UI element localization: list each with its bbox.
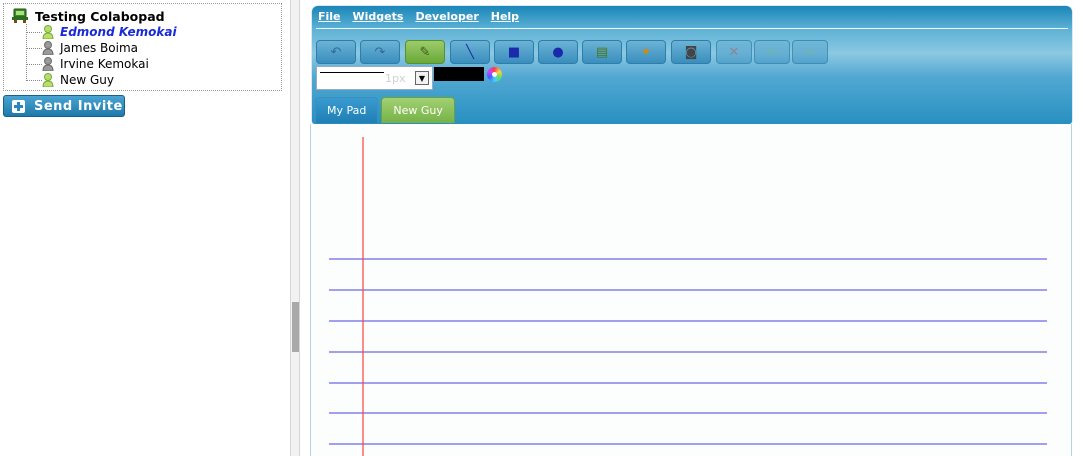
member-name: Irvine Kemokai xyxy=(60,57,149,71)
menu-widgets[interactable]: Widgets xyxy=(353,10,404,24)
pencil-tool-button[interactable]: ✎ xyxy=(405,40,445,64)
color-wheel-icon[interactable] xyxy=(487,67,502,82)
stroke-color-swatch[interactable] xyxy=(434,67,484,81)
undo-tool-button[interactable]: ↶ xyxy=(316,40,356,64)
user-offline-icon xyxy=(42,41,54,55)
menu-bar: File Widgets Developer Help xyxy=(318,10,531,24)
line-width-value: 1px xyxy=(385,72,406,85)
roster-root[interactable]: Testing Colabopad xyxy=(11,8,165,24)
menu-help[interactable]: Help xyxy=(491,10,519,24)
menu-developer[interactable]: Developer xyxy=(415,10,478,24)
member-name: James Boima xyxy=(60,41,138,55)
drawing-canvas[interactable] xyxy=(310,124,1072,456)
roster-member[interactable]: New Guy xyxy=(26,72,114,88)
member-name: Edmond Kemokai xyxy=(60,25,177,39)
roster-title: Testing Colabopad xyxy=(35,8,165,24)
notepad-paper xyxy=(329,137,1047,456)
group-robot-icon xyxy=(12,8,28,23)
pad-toolbar: File Widgets Developer Help ↶ ↷ ✎ ╲ ■ ● ▤ ✦ ◙ ✕ ⇦ ⇨… xyxy=(312,6,1072,124)
pad-tabs: My Pad New Guy xyxy=(315,97,458,124)
pencil-icon: ✎ xyxy=(419,44,431,60)
line-icon: ╲ xyxy=(466,44,474,60)
plus-icon xyxy=(12,99,25,113)
broom-icon: ✦ xyxy=(640,44,652,60)
splitter-handle[interactable] xyxy=(292,302,299,352)
line-tool-button[interactable]: ╲ xyxy=(450,40,490,64)
snapshot-tool-button[interactable]: ◙ xyxy=(671,40,711,64)
ellipse-tool-button[interactable]: ● xyxy=(538,40,578,64)
member-name: New Guy xyxy=(60,73,114,87)
roster-tree: Testing Colabopad Edmond Kemokai James B… xyxy=(3,3,282,91)
line-width-select[interactable]: 1px ▼ xyxy=(316,66,433,90)
send-invite-label: Send Invite xyxy=(34,98,123,114)
send-invite-button[interactable]: Send Invite xyxy=(3,95,125,117)
line-width-sample xyxy=(320,72,384,73)
rectangle-tool-button[interactable]: ■ xyxy=(494,40,534,64)
forward-tool-button[interactable]: ⇨ xyxy=(792,40,828,64)
arrow-left-icon: ⇦ xyxy=(766,44,778,60)
rectangle-icon: ■ xyxy=(507,44,521,60)
chevron-down-icon[interactable]: ▼ xyxy=(415,71,429,85)
delete-tool-button[interactable]: ✕ xyxy=(716,40,752,64)
arrow-right-icon: ⇨ xyxy=(804,44,816,60)
back-tool-button[interactable]: ⇦ xyxy=(754,40,790,64)
menu-divider xyxy=(316,28,1068,29)
user-offline-icon xyxy=(42,57,54,71)
text-document-icon: ▤ xyxy=(595,44,609,60)
tab-new-guy[interactable]: New Guy xyxy=(381,97,455,123)
roster-member[interactable]: Irvine Kemokai xyxy=(26,56,149,72)
redo-tool-button[interactable]: ↷ xyxy=(360,40,400,64)
roster-panel: Testing Colabopad Edmond Kemokai James B… xyxy=(0,0,290,456)
redo-icon: ↷ xyxy=(374,44,386,60)
roster-member[interactable]: James Boima xyxy=(26,40,138,56)
menu-file[interactable]: File xyxy=(318,10,341,24)
tab-my-pad[interactable]: My Pad xyxy=(315,97,379,123)
ellipse-icon: ● xyxy=(552,44,564,60)
panel-splitter[interactable] xyxy=(290,0,300,456)
delete-x-icon: ✕ xyxy=(728,44,740,60)
roster-member[interactable]: Edmond Kemokai xyxy=(26,24,177,40)
undo-icon: ↶ xyxy=(330,44,342,60)
user-online-icon xyxy=(42,73,54,87)
text-tool-button[interactable]: ▤ xyxy=(582,40,622,64)
camera-icon: ◙ xyxy=(684,44,698,60)
user-online-icon xyxy=(42,25,54,39)
clear-tool-button[interactable]: ✦ xyxy=(626,40,666,64)
